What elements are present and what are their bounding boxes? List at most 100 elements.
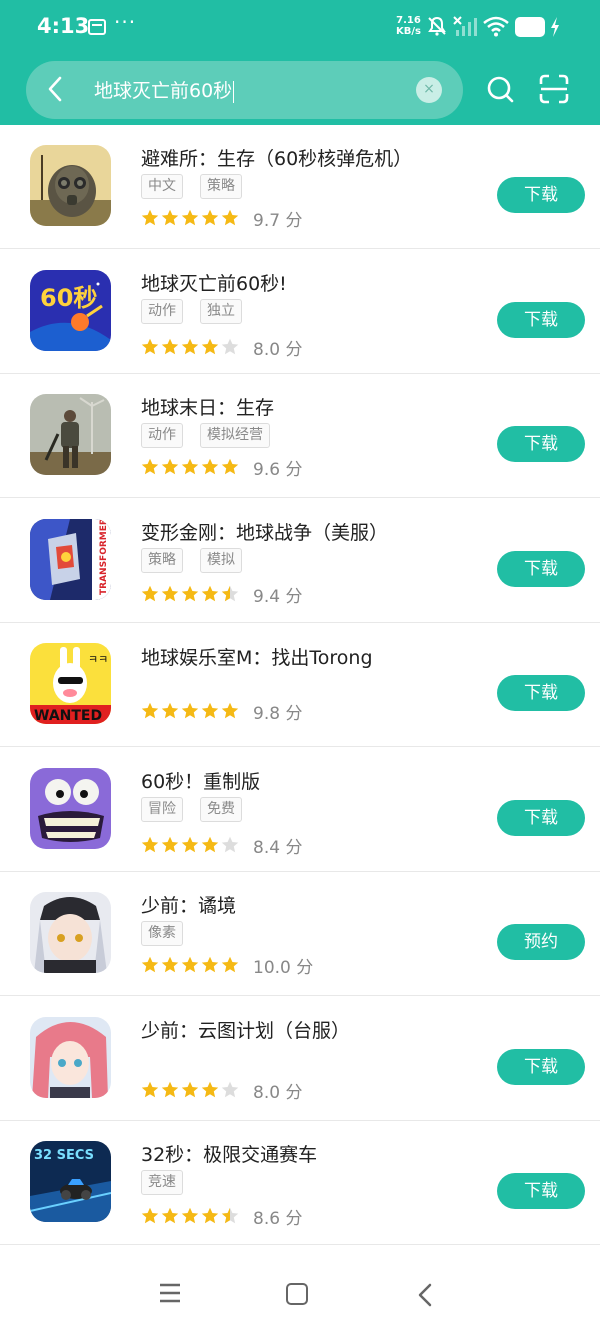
- app-name: 地球灭亡前60秒!: [141, 272, 287, 295]
- app-name: 避难所：生存（60秒核弹危机）: [141, 148, 413, 170]
- star-filled-icon: [201, 458, 219, 475]
- app-name: 60秒！重制版: [141, 770, 261, 793]
- star-filled-icon: [221, 209, 239, 226]
- app-score: 8.4 分: [253, 837, 303, 858]
- star-filled-icon: [141, 836, 159, 852]
- app-header: 4:13 ··· 7.16 KB/s 97 地球灭亡前60秒 ×: [0, 0, 600, 125]
- star-filled-icon: [161, 209, 179, 226]
- app-score: 8.0 分: [253, 1082, 303, 1103]
- download-button[interactable]: 下载: [497, 177, 585, 213]
- search-icon[interactable]: [486, 75, 514, 103]
- star-filled-icon: [181, 956, 199, 973]
- app-result-row[interactable]: ㅋㅋ WANTED 地球娱乐室M：找出Torong 9.8 分 下载: [0, 623, 600, 747]
- star-filled-icon: [161, 585, 179, 601]
- star-filled-icon: [141, 1081, 159, 1097]
- app-tag: 策略: [141, 547, 183, 573]
- svg-text:WANTED: WANTED: [34, 708, 102, 724]
- app-tag: 冒险: [141, 796, 183, 822]
- star-half-icon: [221, 585, 239, 601]
- app-icon[interactable]: ㅋㅋ WANTED: [30, 643, 111, 724]
- app-score: 8.0 分: [253, 339, 303, 360]
- star-filled-icon: [201, 702, 219, 719]
- star-filled-icon: [181, 1207, 199, 1224]
- app-result-row[interactable]: 少前：谲境 像素 10.0 分 预约: [0, 872, 600, 996]
- search-input[interactable]: 地球灭亡前60秒: [94, 76, 235, 103]
- app-result-row[interactable]: 60秒！重制版 冒险 免费 8.4 分 下载: [0, 748, 600, 872]
- app-tag: 像素: [141, 921, 183, 946]
- star-filled-icon: [181, 1081, 199, 1097]
- star-filled-icon: [181, 836, 199, 852]
- app-result-row[interactable]: 少前：云图计划（台服） 8.0 分 下载: [0, 997, 600, 1121]
- app-icon[interactable]: [30, 767, 111, 849]
- star-filled-icon: [221, 956, 239, 973]
- clear-search-icon[interactable]: ×: [416, 77, 442, 103]
- network-speed: 7.16 KB/s: [396, 15, 421, 37]
- app-tag: 动作: [141, 423, 183, 448]
- star-filled-icon: [201, 1081, 219, 1097]
- star-filled-icon: [221, 702, 239, 719]
- app-result-row[interactable]: 32 SECS 32秒：极限交通赛车 竞速 8.6 分 下载: [0, 1121, 600, 1245]
- recent-apps-icon[interactable]: [158, 1282, 182, 1304]
- star-filled-icon: [201, 836, 219, 852]
- star-filled-icon: [141, 458, 159, 475]
- star-filled-icon: [141, 956, 159, 973]
- status-time: 4:13: [37, 14, 90, 38]
- app-name: 32秒：极限交通赛车: [141, 1144, 318, 1166]
- app-score: 9.7 分: [253, 211, 303, 231]
- app-result-row[interactable]: 地球末日：生存 动作 模拟经营 9.6 分 下载: [0, 374, 600, 498]
- reserve-button[interactable]: 预约: [497, 924, 585, 960]
- app-icon[interactable]: [30, 1016, 111, 1098]
- app-name: 变形金刚：地球战争（美服）: [141, 521, 389, 544]
- network-speed-value: 7.16: [396, 15, 421, 26]
- app-icon[interactable]: 32 SECS: [30, 1141, 111, 1222]
- svg-text:60秒: 60秒: [40, 284, 97, 312]
- svg-text:TRANSFORMERS: TRANSFORMERS: [99, 519, 109, 595]
- download-button[interactable]: 下载: [497, 550, 585, 587]
- more-notifications-icon: ···: [114, 10, 137, 34]
- app-icon[interactable]: 60秒: [30, 269, 111, 351]
- star-filled-icon: [141, 1207, 159, 1224]
- download-button[interactable]: 下载: [497, 426, 585, 462]
- download-button[interactable]: 下载: [497, 1173, 585, 1209]
- app-tag: 策略: [200, 174, 242, 199]
- app-name: 少前：云图计划（台服）: [141, 1019, 351, 1042]
- search-bar[interactable]: [26, 61, 463, 119]
- back-arrow-icon[interactable]: [44, 74, 68, 104]
- status-bar: 4:13 ··· 7.16 KB/s 97: [0, 0, 600, 56]
- scan-icon[interactable]: [539, 74, 569, 104]
- download-button[interactable]: 下载: [497, 675, 585, 711]
- star-filled-icon: [221, 458, 239, 475]
- download-button[interactable]: 下载: [497, 1048, 585, 1085]
- notification-card-icon: [88, 19, 106, 35]
- app-icon[interactable]: [30, 145, 111, 226]
- app-tag: 模拟经营: [200, 423, 270, 448]
- nav-back-icon[interactable]: [416, 1282, 434, 1308]
- app-score: 8.6 分: [253, 1209, 303, 1229]
- download-button[interactable]: 下载: [497, 799, 585, 836]
- svg-text:32 SECS: 32 SECS: [34, 1148, 94, 1163]
- app-icon[interactable]: [30, 892, 111, 973]
- app-result-row[interactable]: 60秒 地球灭亡前60秒! 动作 独立 8.0 分 下载: [0, 250, 600, 374]
- star-filled-icon: [201, 956, 219, 973]
- app-tag: 动作: [141, 298, 183, 324]
- app-tag: 独立: [200, 298, 242, 324]
- home-icon[interactable]: [286, 1283, 308, 1305]
- star-filled-icon: [201, 585, 219, 601]
- app-result-row[interactable]: TRANSFORMERS 变形金刚：地球战争（美服） 策略 模拟 9.4 分 下载: [0, 499, 600, 623]
- star-filled-icon: [141, 338, 159, 354]
- download-button[interactable]: 下载: [497, 301, 585, 338]
- star-filled-icon: [161, 836, 179, 852]
- wifi-icon: [483, 16, 509, 37]
- star-filled-icon: [141, 702, 159, 719]
- svg-text:ㅋㅋ: ㅋㅋ: [88, 653, 108, 666]
- battery-indicator: 97: [515, 17, 545, 37]
- battery-level: 97: [520, 19, 540, 34]
- app-result-row[interactable]: 避难所：生存（60秒核弹危机） 中文 策略 9.7 分 下载: [0, 125, 600, 249]
- app-icon[interactable]: [30, 394, 111, 475]
- app-score: 9.4 分: [253, 586, 303, 607]
- star-filled-icon: [161, 1207, 179, 1224]
- star-filled-icon: [161, 1081, 179, 1097]
- star-filled-icon: [161, 956, 179, 973]
- charging-bolt-icon: [551, 17, 559, 37]
- app-icon[interactable]: TRANSFORMERS: [30, 518, 111, 600]
